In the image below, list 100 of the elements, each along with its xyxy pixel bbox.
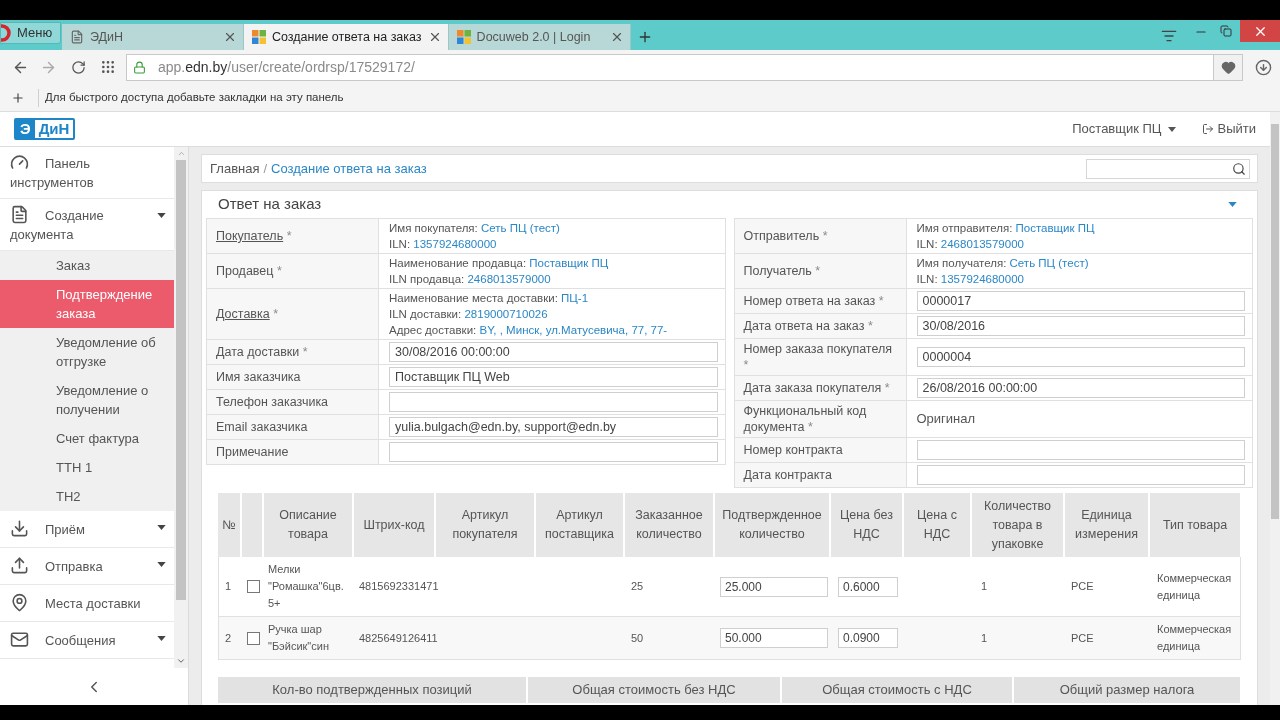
- download-icon[interactable]: [1255, 58, 1272, 76]
- caret-icon: [157, 525, 166, 530]
- sidebar-subitem[interactable]: Уведомление об отгрузке: [0, 328, 174, 376]
- input-field[interactable]: 26/08/2016 00:00:00: [916, 378, 1245, 398]
- column-header: Общая стоимость без НДС: [528, 677, 782, 703]
- document-icon: [10, 205, 29, 224]
- quantity-input[interactable]: 25.000: [720, 576, 828, 597]
- field-label: Телефон заказчика: [207, 390, 379, 414]
- table-cell-text: PCE: [1071, 579, 1094, 594]
- browser-tab[interactable]: ЭДиН: [62, 24, 244, 50]
- browser-tab[interactable]: Docuweb 2.0 | Login: [448, 24, 631, 50]
- table-cell-text: Мелки "Ромашка"6цв. 5+: [268, 562, 345, 611]
- column-header: Тип товара: [1150, 493, 1242, 557]
- field-label: Функциональный код документа *: [734, 401, 907, 437]
- input-field[interactable]: [389, 392, 718, 412]
- reload-icon[interactable]: [71, 59, 86, 75]
- column-header: Артикул поставщика: [536, 493, 625, 557]
- scrollbar[interactable]: [1270, 112, 1280, 705]
- field-label: Имя заказчика: [207, 365, 379, 389]
- column-header: Штрих-код: [354, 493, 436, 557]
- breadcrumb-link[interactable]: Создание ответа на заказ: [271, 158, 427, 179]
- field-label: Примечание: [207, 440, 379, 464]
- scrollbar[interactable]: [174, 147, 188, 668]
- sidebar-subitem[interactable]: ТТН 1: [0, 453, 174, 482]
- input-field[interactable]: 0000004: [916, 347, 1245, 367]
- table-cell-text: 1: [981, 579, 988, 594]
- logo[interactable]: Э ДиН: [14, 118, 76, 140]
- menu-button[interactable]: Меню: [0, 22, 61, 44]
- field-label: Номер заказа покупателя *: [734, 339, 907, 375]
- column-header: Общий размер налога: [1014, 677, 1242, 703]
- party-line: Имя покупателя: Сеть ПЦ (тест): [389, 221, 560, 236]
- party-line: Адрес доставки: BY, , Минск, ул.Матусевича, 77, 77-: [389, 323, 668, 338]
- squares-icon: [456, 30, 471, 44]
- logout-button[interactable]: Выйти: [1201, 119, 1256, 139]
- quantity-input[interactable]: 50.000: [720, 628, 828, 648]
- field-label: Номер ответа на заказ *: [734, 289, 907, 313]
- party-line: Имя получателя: Сеть ПЦ (тест): [916, 256, 1089, 271]
- document-icon: [70, 30, 84, 44]
- address-field[interactable]: app.edn.by/user/create/ordrsp/17529172/: [126, 53, 1243, 81]
- logout-icon: [1201, 123, 1214, 135]
- input-field[interactable]: [916, 465, 1245, 485]
- field-label: Дата ответа на заказ *: [734, 314, 907, 338]
- caret-icon: [1167, 126, 1176, 132]
- url-text: app.edn.by/user/create/ordrsp/17529172/: [158, 57, 415, 77]
- table-cell-text: 2: [225, 630, 232, 646]
- heart-button[interactable]: [1213, 54, 1242, 80]
- caret-icon: [157, 562, 166, 567]
- field-label: Номер контракта: [734, 438, 907, 462]
- price-input[interactable]: 0.6000: [838, 576, 898, 597]
- gauge-icon: [10, 153, 29, 172]
- row-checkbox[interactable]: [247, 580, 260, 593]
- input-field[interactable]: [389, 442, 718, 462]
- field-value: Оригинал: [916, 410, 976, 429]
- input-field[interactable]: Поставщик ПЦ Web: [389, 367, 718, 387]
- party-line: Наименование места доставки: ПЦ-1: [389, 291, 590, 306]
- table-cell-text: 4815692331471: [359, 579, 439, 594]
- input-field[interactable]: yulia.bulgach@edn.by, support@edn.by: [389, 417, 718, 437]
- tab-menu-icon[interactable]: [1161, 28, 1177, 44]
- browser-tab[interactable]: Создание ответа на заказ: [244, 24, 449, 50]
- search-icon[interactable]: [1232, 161, 1246, 176]
- user-menu[interactable]: Поставщик ПЦ: [1072, 119, 1176, 139]
- sidebar-subitem[interactable]: Заказ: [0, 251, 174, 280]
- heart-icon: [1220, 59, 1236, 75]
- sidebar-subitem[interactable]: Счет фактура: [0, 424, 174, 453]
- table-cell-text: 1: [225, 579, 232, 594]
- bookmarks-hint: Для быстрого доступа добавьте закладки на эту панель: [45, 89, 344, 105]
- column-header: Цена с НДС: [904, 493, 972, 557]
- table-cell-text: Коммерческая единица: [1157, 622, 1233, 654]
- caret-icon: [157, 213, 166, 218]
- field-label: Продавец *: [207, 254, 379, 288]
- grid-icon[interactable]: [100, 59, 116, 75]
- price-input[interactable]: 0.0900: [838, 628, 898, 648]
- caret-icon: [157, 636, 166, 641]
- column-header: Артикул покупателя: [436, 493, 536, 557]
- scroll-down-icon[interactable]: [176, 656, 186, 666]
- column-header: Кол-во подтвержденных позиций: [218, 677, 528, 703]
- column-header: №: [218, 493, 242, 557]
- field-label: Доставка *: [207, 289, 379, 339]
- column-header: Подтвержденное количество: [715, 493, 831, 557]
- row-checkbox[interactable]: [247, 631, 260, 645]
- envelope-icon: [10, 630, 29, 649]
- field-label: Дата контракта: [734, 463, 907, 487]
- plus-icon[interactable]: [11, 90, 25, 105]
- sidebar-subitem[interactable]: ТН2: [0, 482, 174, 511]
- search-field[interactable]: [1086, 158, 1250, 179]
- sidebar-subitem[interactable]: Уведомление о получении: [0, 376, 174, 424]
- table-cell-text: PCE: [1071, 630, 1094, 646]
- input-field[interactable]: [916, 440, 1245, 460]
- restore-icon[interactable]: [1220, 25, 1232, 37]
- input-field[interactable]: 0000017: [916, 291, 1245, 311]
- input-field[interactable]: 30/08/2016: [916, 316, 1245, 336]
- column-header: Заказанное количество: [625, 493, 715, 557]
- close-window-button[interactable]: [1240, 20, 1280, 42]
- input-field[interactable]: 30/08/2016 00:00:00: [389, 342, 718, 362]
- column-header: Описание товара: [264, 493, 354, 557]
- party-line: Имя отправителя: Поставщик ПЦ: [916, 221, 1095, 236]
- breadcrumb-link[interactable]: Главная: [210, 158, 260, 179]
- breadcrumb-separator: /: [263, 159, 268, 178]
- close-icon[interactable]: [223, 30, 237, 44]
- map-pin-icon: [10, 593, 29, 612]
